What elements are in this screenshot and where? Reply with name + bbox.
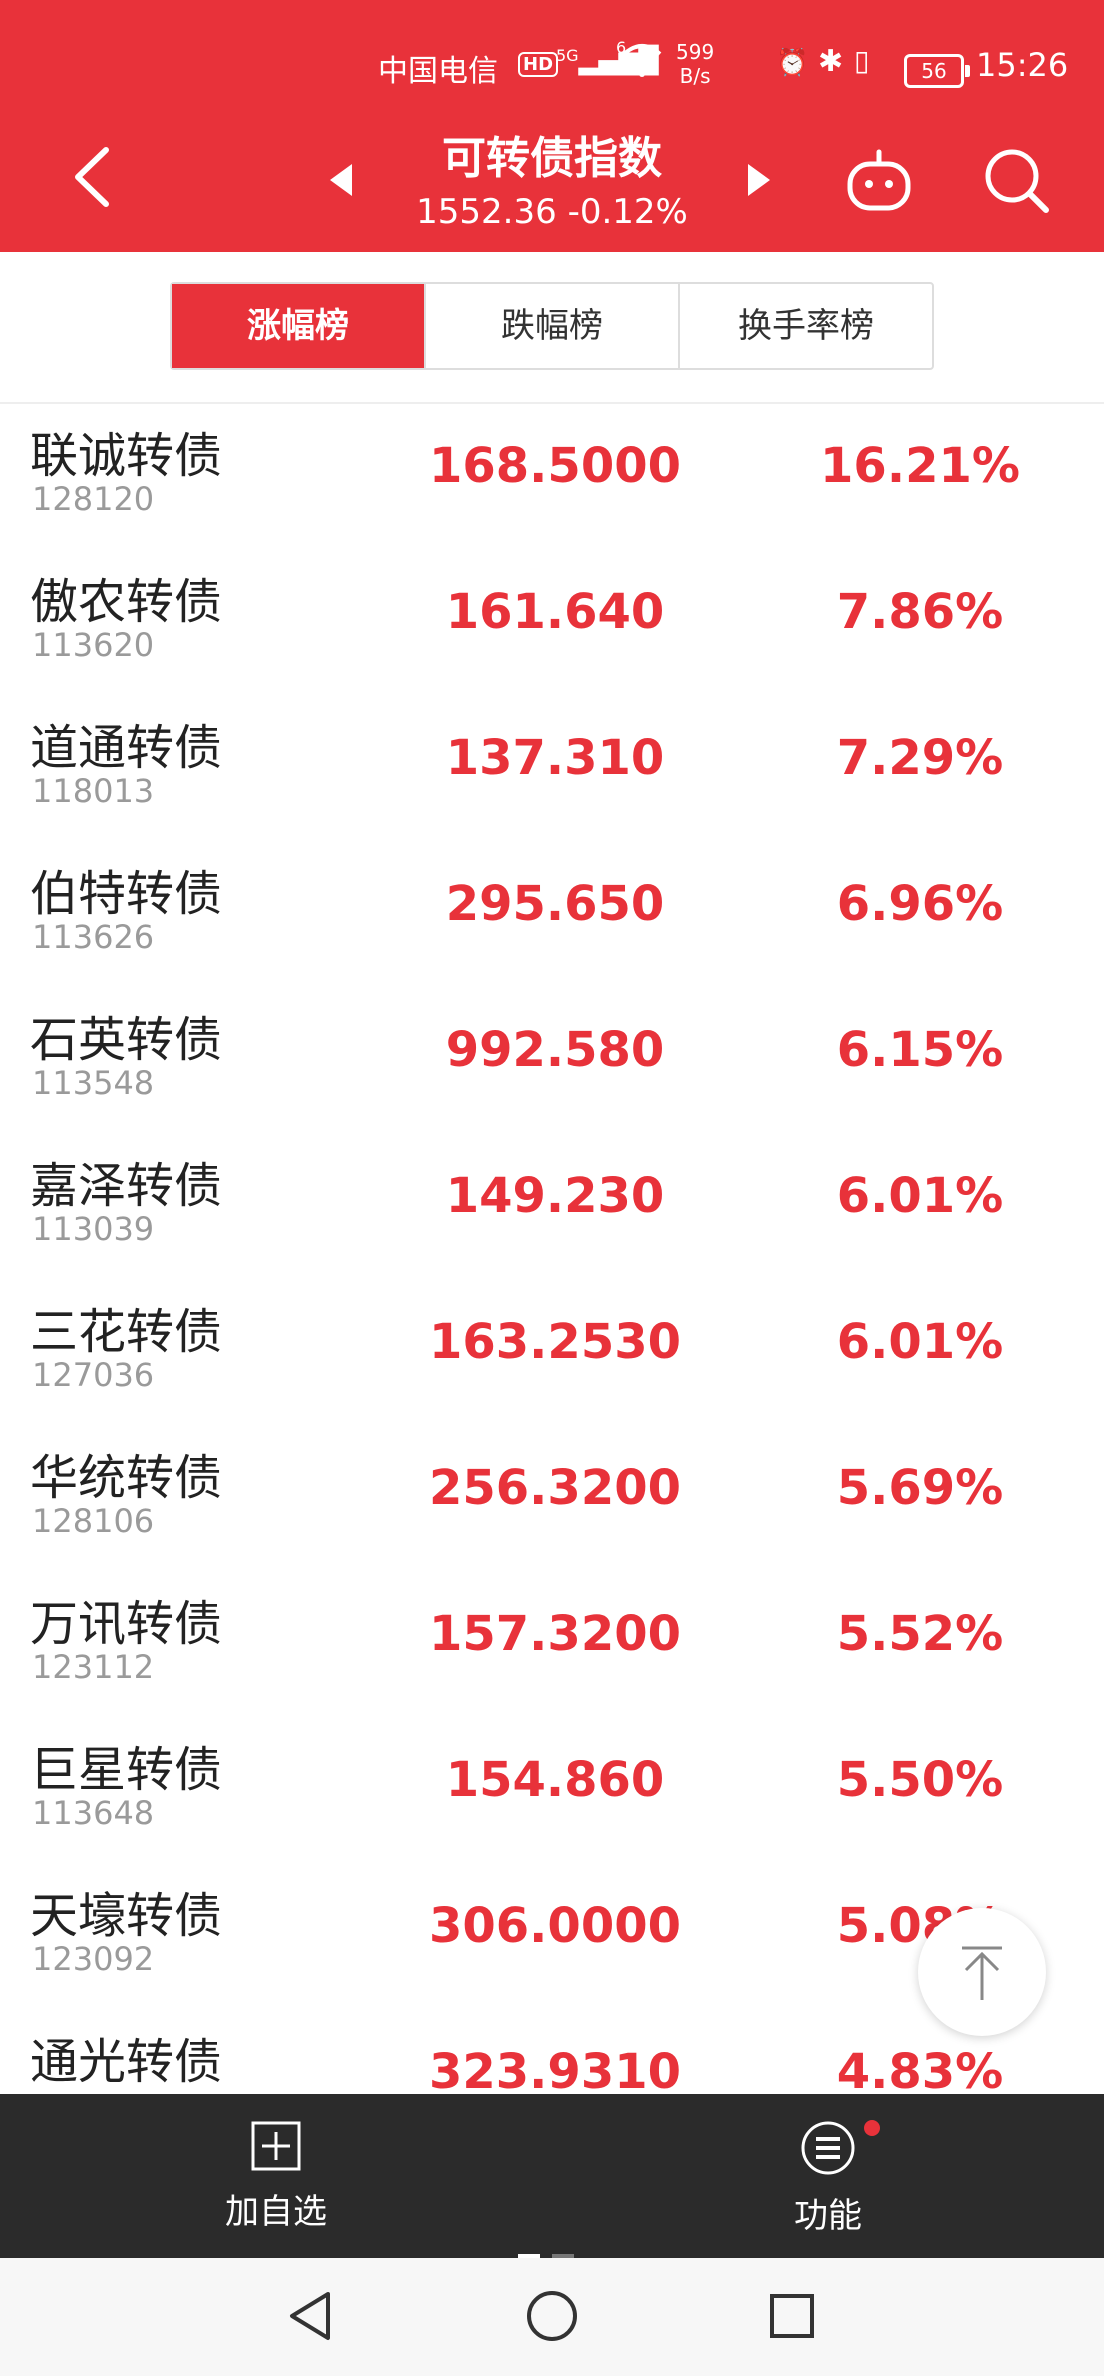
functions-label: 功能 — [794, 2196, 862, 2236]
bond-code: 128120 — [32, 480, 155, 518]
tab-turnover[interactable]: 换手率榜 — [680, 284, 932, 368]
alarm-icon: ⏰ — [776, 48, 809, 78]
bond-name: 巨星转债 — [30, 1742, 223, 1798]
bond-change: 7.86% — [836, 584, 1004, 640]
bond-name: 石英转债 — [30, 1012, 223, 1068]
list-item[interactable]: 石英转债 113548 992.580 6.15% — [0, 988, 1104, 1134]
nav-back-icon[interactable] — [282, 2286, 342, 2346]
bluetooth-icon: ✱ — [818, 44, 844, 79]
list-item[interactable]: 万讯转债 123112 157.3200 5.52% — [0, 1572, 1104, 1718]
bond-price: 256.3200 — [428, 1460, 682, 1516]
back-icon[interactable] — [66, 142, 126, 212]
net-speed: 599 B/s — [676, 40, 714, 88]
bond-change: 5.52% — [836, 1606, 1004, 1662]
bond-name: 伯特转债 — [30, 866, 223, 922]
bond-change: 6.01% — [836, 1168, 1004, 1224]
bond-price: 168.5000 — [428, 438, 682, 494]
bond-change: 16.21% — [820, 438, 1020, 494]
list-item[interactable]: 华统转债 128106 256.3200 5.69% — [0, 1426, 1104, 1572]
bond-code: 113648 — [32, 1794, 155, 1832]
bond-name: 傲农转债 — [30, 574, 223, 630]
bond-code: 113620 — [32, 626, 155, 664]
net-speed-value: 599 — [676, 40, 715, 64]
bond-price: 306.0000 — [428, 1898, 682, 1954]
system-nav-bar — [0, 2258, 1104, 2376]
header-bar: 中国电信 HD 5G▂▄▆█ 6 599 B/s ⏰ ✱ ▯ 56 15:26 … — [0, 0, 1104, 252]
tab-losers[interactable]: 跌幅榜 — [426, 284, 680, 368]
bond-code: 113548 — [32, 1064, 155, 1102]
bond-name: 天壕转债 — [30, 1888, 223, 1944]
bond-name: 通光转债 — [30, 2034, 223, 2090]
list-item[interactable]: 伯特转债 113626 295.650 6.96% — [0, 842, 1104, 988]
ranking-tabs: 涨幅榜 跌幅榜 换手率榜 — [170, 282, 934, 370]
prev-index-icon[interactable] — [326, 160, 356, 200]
bond-code: 113039 — [32, 1210, 155, 1248]
menu-circle-icon — [801, 2121, 855, 2175]
bond-price: 154.860 — [445, 1752, 665, 1808]
next-index-icon[interactable] — [744, 160, 774, 200]
list-item[interactable]: 道通转债 118013 137.310 7.29% — [0, 696, 1104, 842]
wifi-icon — [620, 40, 664, 84]
net-speed-unit: B/s — [679, 64, 711, 88]
battery-icon: 56 — [904, 54, 970, 88]
bond-name: 万讯转债 — [30, 1596, 223, 1652]
bond-code: 113626 — [32, 918, 155, 956]
bond-change: 6.01% — [836, 1314, 1004, 1370]
bond-name: 三花转债 — [30, 1304, 223, 1360]
nav-recents-icon[interactable] — [762, 2286, 822, 2346]
search-icon[interactable] — [980, 144, 1054, 218]
bond-name: 嘉泽转债 — [30, 1158, 223, 1214]
vibrate-icon: ▯ — [854, 44, 870, 77]
bond-code: 123092 — [32, 1940, 155, 1978]
notification-dot — [864, 2120, 880, 2136]
bond-change: 5.69% — [836, 1460, 1004, 1516]
wifi-gen-label: 6 — [616, 38, 627, 57]
list-item[interactable]: 三花转债 127036 163.2530 6.01% — [0, 1280, 1104, 1426]
bond-price: 992.580 — [445, 1022, 665, 1078]
tab-gainers[interactable]: 涨幅榜 — [172, 284, 426, 368]
add-watchlist-button[interactable]: 加自选 — [176, 2120, 376, 2233]
bond-code: 127036 — [32, 1356, 155, 1394]
add-watchlist-label: 加自选 — [225, 2192, 327, 2232]
hd-icon: HD — [518, 52, 559, 77]
bond-code: 128106 — [32, 1502, 155, 1540]
bond-name: 华统转债 — [30, 1450, 223, 1506]
signal-label: 5G — [556, 46, 579, 65]
bond-change: 6.15% — [836, 1022, 1004, 1078]
back-to-top-button[interactable] — [918, 1908, 1046, 2036]
index-quote: 1552.36 -0.12% — [416, 192, 688, 232]
bond-price: 137.310 — [445, 730, 665, 786]
bond-code: 118013 — [32, 772, 155, 810]
bottom-toolbar: 加自选 功能 — [0, 2094, 1104, 2258]
bond-price: 163.2530 — [428, 1314, 682, 1370]
list-item[interactable]: 傲农转债 113620 161.640 7.86% — [0, 550, 1104, 696]
bond-price: 161.640 — [445, 584, 665, 640]
bond-price: 323.9310 — [428, 2044, 682, 2094]
bond-list: 联诚转债 128120 168.5000 16.21% 傲农转债 113620 … — [0, 404, 1104, 2094]
robot-assistant-icon[interactable] — [844, 146, 914, 216]
bond-change: 6.96% — [836, 876, 1004, 932]
list-item[interactable]: 巨星转债 113648 154.860 5.50% — [0, 1718, 1104, 1864]
bond-change: 5.50% — [836, 1752, 1004, 1808]
bond-name: 联诚转债 — [30, 428, 223, 484]
list-item[interactable]: 嘉泽转债 113039 149.230 6.01% — [0, 1134, 1104, 1280]
arrow-up-icon — [962, 1946, 1002, 2000]
nav-home-icon[interactable] — [522, 2286, 582, 2346]
bond-name: 道通转债 — [30, 720, 223, 776]
functions-button[interactable]: 功能 — [728, 2120, 928, 2237]
page-title: 可转债指数 — [442, 133, 662, 184]
bond-change: 7.29% — [836, 730, 1004, 786]
bond-change: 4.83% — [836, 2044, 1004, 2094]
status-bar: 中国电信 HD 5G▂▄▆█ 6 599 B/s ⏰ ✱ ▯ 56 15:26 — [0, 0, 1104, 124]
bond-code: 123112 — [32, 1648, 155, 1686]
list-item[interactable]: 联诚转债 128120 168.5000 16.21% — [0, 404, 1104, 550]
bond-price: 295.650 — [445, 876, 665, 932]
bond-price: 157.3200 — [428, 1606, 682, 1662]
status-time: 15:26 — [976, 46, 1069, 84]
carrier-name: 中国电信 — [378, 54, 498, 89]
add-square-icon — [251, 2121, 301, 2171]
bond-price: 149.230 — [445, 1168, 665, 1224]
